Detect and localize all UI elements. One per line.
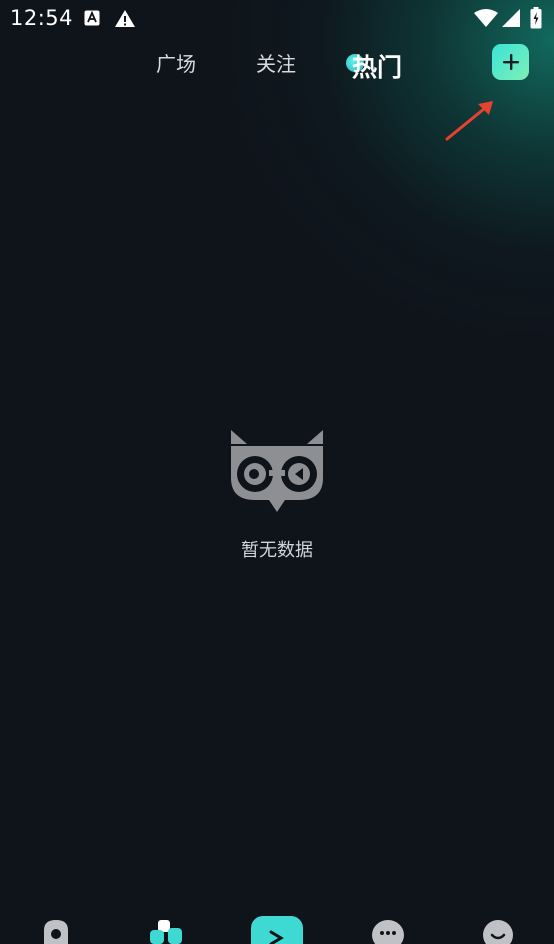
battery-charging-icon	[530, 7, 542, 33]
owl-icon	[231, 430, 323, 512]
screen: 12:54 广场 关注 热门 暂无数据	[0, 0, 554, 944]
profile-icon	[483, 920, 513, 944]
empty-state-text: 暂无数据	[241, 540, 313, 561]
wifi-icon	[474, 9, 498, 31]
nav-profile[interactable]	[482, 919, 514, 944]
nav-play[interactable]	[251, 916, 303, 944]
tab-hot[interactable]: 热门	[346, 48, 402, 84]
tab-square[interactable]: 广场	[156, 48, 196, 77]
nav-home[interactable]	[40, 920, 72, 944]
signal-icon	[502, 9, 520, 31]
play-icon	[251, 916, 303, 944]
red-arrow-icon	[440, 96, 500, 148]
accessibility-a-icon	[84, 10, 100, 30]
nav-discover[interactable]	[148, 918, 184, 944]
discover-icon	[150, 920, 182, 944]
empty-state: 暂无数据	[0, 428, 554, 562]
message-icon	[372, 920, 404, 944]
status-bar: 12:54	[0, 0, 554, 38]
bottom-nav	[0, 910, 554, 944]
plus-icon	[502, 54, 519, 70]
tab-following[interactable]: 关注	[256, 48, 296, 77]
nav-message[interactable]	[372, 919, 404, 944]
warning-icon	[114, 9, 136, 32]
home-icon	[44, 920, 68, 944]
status-time: 12:54	[10, 6, 74, 30]
add-button[interactable]	[492, 44, 529, 80]
